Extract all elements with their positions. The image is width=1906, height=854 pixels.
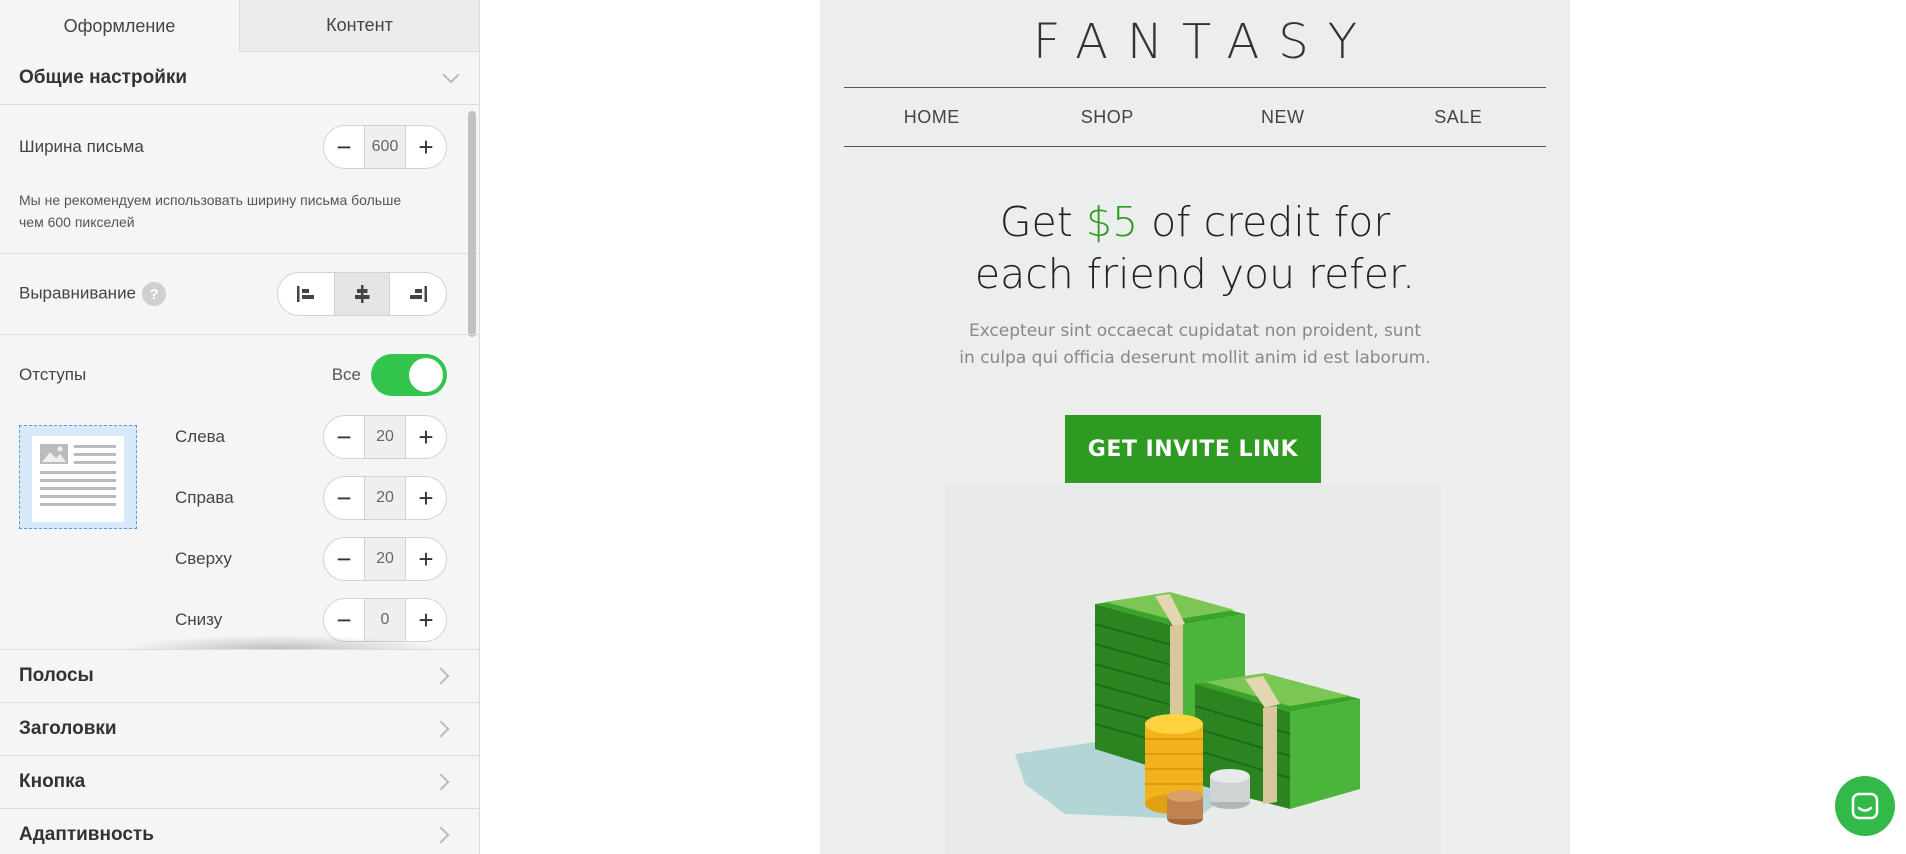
chat-button[interactable]: [1835, 776, 1895, 836]
align-right-button[interactable]: [390, 273, 446, 315]
email-width-row: Ширина письма − 600 +: [0, 105, 479, 189]
padding-left-value[interactable]: 20: [364, 416, 406, 458]
accordion-headings[interactable]: Заголовки: [0, 702, 479, 755]
padding-top-value[interactable]: 20: [364, 538, 406, 580]
email-nav: HOME SHOP NEW SALE: [844, 88, 1546, 146]
email-width-hint: Мы не рекомендуем использовать ширину пи…: [0, 189, 479, 254]
plus-button[interactable]: +: [406, 477, 446, 519]
accordion-adaptive-label: Адаптивность: [19, 824, 154, 845]
general-settings-header[interactable]: Общие настройки: [0, 52, 479, 105]
padding-preview-thumbnail: [19, 425, 137, 529]
padding-top-row: Сверху − 20 +: [175, 536, 447, 582]
accordion-headings-label: Заголовки: [19, 718, 117, 739]
layout-icon: [32, 436, 124, 522]
chat-icon: [1851, 792, 1879, 820]
nav-divider-bottom: [844, 146, 1546, 147]
chevron-right-icon: [432, 667, 450, 685]
plus-button[interactable]: +: [406, 126, 446, 168]
chevron-right-icon: [432, 826, 450, 844]
headline-pre: Get: [999, 198, 1086, 246]
plus-button[interactable]: +: [406, 416, 446, 458]
minus-button[interactable]: −: [324, 538, 364, 580]
headline-line2: each friend you refer.: [974, 250, 1416, 298]
accordion-adaptive[interactable]: Адаптивность: [0, 808, 479, 854]
plus-button[interactable]: +: [406, 538, 446, 580]
minus-button[interactable]: −: [324, 477, 364, 519]
panel-tabs: Оформление Контент: [0, 0, 479, 52]
email-width-value[interactable]: 600: [364, 126, 406, 168]
padding-right-stepper: − 20 +: [323, 476, 447, 520]
general-settings-body: Ширина письма − 600 + Мы не рекомендуем …: [0, 105, 479, 649]
padding-all-toggle-wrap: Все: [332, 354, 447, 396]
brand-logo: FANTASY: [1032, 14, 1377, 70]
align-center-button[interactable]: [334, 273, 390, 315]
settings-panel: Оформление Контент Общие настройки Ширин…: [0, 0, 480, 854]
toggle-knob: [409, 358, 443, 392]
chevron-down-icon: [442, 66, 460, 84]
scroll-shadow: [120, 635, 439, 649]
padding-right-label: Справа: [175, 488, 234, 507]
alignment-label: Выравнивание?: [19, 282, 277, 306]
body-text: Excepteur sint occaecat cupidatat non pr…: [820, 318, 1570, 372]
headline-post: of credit for: [1138, 198, 1391, 246]
padding-left-stepper: − 20 +: [323, 415, 447, 459]
alignment-label-text: Выравнивание: [19, 283, 137, 303]
general-settings-title: Общие настройки: [19, 67, 188, 88]
padding-left-label: Слева: [175, 427, 225, 446]
chevron-right-icon: [432, 720, 450, 738]
email-width-hint-line2: чем 600 пикселей: [19, 214, 135, 230]
accordion-button[interactable]: Кнопка: [0, 755, 479, 808]
get-invite-link-button[interactable]: GET INVITE LINK: [1065, 415, 1321, 483]
nav-shop[interactable]: SHOP: [1020, 88, 1196, 146]
padding-top-label: Сверху: [175, 549, 232, 568]
tab-design[interactable]: Оформление: [0, 0, 239, 52]
padding-top-stepper: − 20 +: [323, 537, 447, 581]
headline-accent: $5: [1085, 198, 1139, 246]
align-center-icon: [355, 285, 370, 303]
email-width-label: Ширина письма: [19, 137, 144, 156]
email-preview: FANTASY HOME SHOP NEW SALE Get $5 of cre…: [820, 0, 1570, 854]
padding-right-value[interactable]: 20: [364, 477, 406, 519]
padding-label: Отступы: [19, 365, 87, 384]
email-width-hint-line1: Мы не рекомендуем использовать ширину пи…: [19, 192, 402, 208]
padding-bottom-label: Снизу: [175, 610, 223, 629]
accordion-stripes[interactable]: Полосы: [0, 649, 479, 702]
align-right-icon: [410, 286, 427, 302]
nav-new[interactable]: NEW: [1195, 88, 1371, 146]
padding-left-row: Слева − 20 +: [175, 414, 447, 460]
padding-all-label: Все: [331, 365, 361, 384]
body-text-line2: in culpa qui officia deserunt mollit ani…: [959, 348, 1431, 368]
align-left-icon: [297, 286, 314, 302]
align-left-button[interactable]: [278, 273, 334, 315]
body-text-line1: Excepteur sint occaecat cupidatat non pr…: [968, 321, 1422, 341]
money-illustration: [945, 484, 1441, 854]
tab-content[interactable]: Контент: [239, 0, 479, 52]
alignment-toggle-group: [277, 272, 447, 316]
padding-all-toggle[interactable]: [371, 354, 447, 396]
alignment-row: Выравнивание?: [0, 254, 479, 335]
chevron-right-icon: [432, 773, 450, 791]
nav-sale[interactable]: SALE: [1371, 88, 1547, 146]
headline-line1: Get $5 of credit for: [820, 196, 1570, 248]
accordion-button-label: Кнопка: [19, 771, 86, 792]
padding-row: Отступы Все: [0, 335, 479, 415]
nav-home[interactable]: HOME: [844, 88, 1020, 146]
minus-button[interactable]: −: [324, 416, 364, 458]
help-icon[interactable]: ?: [142, 282, 167, 306]
headline: Get $5 of credit for each friend you ref…: [820, 196, 1570, 300]
email-width-stepper: − 600 +: [323, 125, 447, 169]
padding-right-row: Справа − 20 +: [175, 475, 447, 521]
padding-area: Слева − 20 + Справа − 20 + Сверху − 20 +…: [0, 415, 479, 649]
minus-button[interactable]: −: [324, 126, 364, 168]
accordion-stripes-label: Полосы: [19, 665, 94, 686]
